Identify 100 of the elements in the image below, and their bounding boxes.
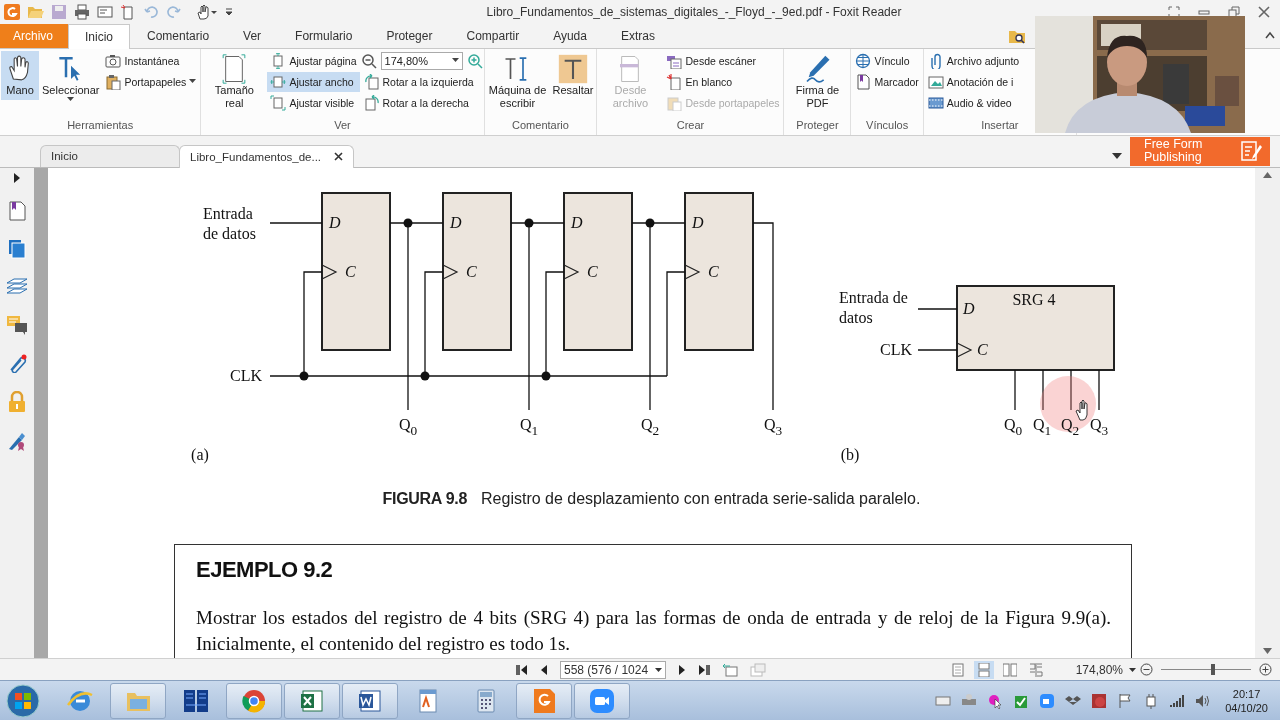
clipboard-icon (105, 73, 122, 90)
hand-tool-icon[interactable] (196, 3, 218, 20)
clipboard-icon (666, 94, 683, 111)
clock[interactable]: 20:17 04/10/20 (1225, 686, 1268, 715)
previous-view-icon[interactable] (722, 662, 738, 677)
restore-icon[interactable] (1228, 5, 1240, 18)
ribbon-tab[interactable]: Compartir (449, 23, 537, 48)
print-icon[interactable] (74, 3, 90, 20)
wire (1098, 369, 1100, 411)
zoom-slider-thumb[interactable] (1211, 664, 1216, 676)
film-button[interactable]: Audio & video (924, 92, 1023, 113)
facing-pages-icon[interactable] (1002, 662, 1017, 677)
ribbon-tab[interactable]: Extras (603, 23, 672, 48)
video-camera-icon[interactable] (1039, 692, 1056, 709)
fit-visible-button[interactable]: Ajustar visible (267, 92, 360, 113)
flag-icon[interactable] (1117, 692, 1134, 709)
fit-width-button[interactable]: Ajustar ancho (267, 71, 360, 92)
ribbon-tab[interactable]: Ayuda (536, 23, 604, 48)
fullscreen-icon[interactable] (1168, 5, 1180, 18)
app-logo-icon[interactable] (4, 3, 20, 20)
previous-page-icon[interactable] (540, 663, 548, 676)
first-page-icon[interactable] (516, 663, 528, 676)
input-label: Entrada de datos (839, 287, 909, 328)
paperclip-button[interactable]: Archivo adjunto (924, 50, 1023, 71)
scanner-button[interactable]: Desde escáner (663, 50, 783, 71)
signal-bars-icon[interactable] (1169, 692, 1186, 709)
paperclip-icon[interactable] (7, 352, 27, 373)
d-input-label: D (329, 212, 341, 233)
group-label: Herramientas (67, 118, 134, 131)
wire (917, 349, 958, 351)
continuous-facing-icon[interactable] (1028, 662, 1043, 677)
wire (917, 308, 958, 310)
clock-input-label: C (345, 261, 356, 282)
group-label: Crear (676, 118, 705, 131)
zoom-in-icon[interactable] (1259, 663, 1272, 677)
image-button[interactable]: Anotación de i (924, 71, 1023, 92)
pen-button[interactable]: Firma de PDF (785, 50, 850, 113)
fit-visible-icon (270, 94, 287, 111)
video-camera-icon[interactable] (588, 686, 616, 715)
page-number-field[interactable]: 558 (576 / 1024 (560, 660, 666, 679)
group-label: Vínculos (866, 118, 909, 131)
document-tab[interactable]: Libro_Fundamentos_de... (179, 144, 354, 168)
rotate-left-button[interactable]: Rotar a la izquierda (360, 71, 483, 92)
zoom-combo[interactable]: 174,80% (380, 51, 463, 70)
ribbon-tab[interactable]: Inicio (68, 23, 131, 49)
ribbon-tab[interactable]: Formulario (278, 23, 370, 48)
rotate-right-button[interactable]: Rotar a la derecha (360, 92, 483, 113)
ribbon-tab[interactable]: Ver (226, 23, 279, 48)
zoom-level: 174,80% (1075, 662, 1123, 677)
text-cursor-button[interactable]: Máquina de escribir (485, 50, 550, 113)
output-label: Q$_{3}$ (763, 415, 783, 440)
next-page-icon[interactable] (678, 663, 686, 676)
ribbon-tab[interactable]: Comentario (130, 23, 227, 48)
caret-icon (451, 58, 459, 64)
pointer-icon[interactable] (987, 692, 1004, 709)
collapse-ribbon-icon[interactable] (1264, 29, 1276, 40)
zoom-out-icon[interactable] (360, 52, 377, 69)
d-input-label: D (963, 298, 975, 319)
email-icon[interactable] (97, 3, 113, 20)
comments-icon[interactable] (6, 314, 28, 335)
caret-icon (67, 96, 75, 102)
zoom-out-icon[interactable] (1140, 663, 1153, 677)
camera-button[interactable]: Instantánea (102, 50, 200, 71)
signature-icon[interactable] (7, 430, 27, 451)
zoom-menu-caret-icon[interactable] (1129, 667, 1136, 672)
close-icon[interactable] (334, 152, 343, 162)
hand-button[interactable]: Mano (1, 50, 39, 100)
expand-arrow-icon[interactable] (13, 172, 21, 183)
bookmark-button[interactable]: Marcador (852, 71, 922, 92)
scroll-up-icon[interactable] (1263, 171, 1272, 178)
pages-icon[interactable] (7, 238, 27, 259)
clipboard-button[interactable]: Portapapeles (102, 71, 200, 92)
wire (1014, 369, 1016, 411)
wire (1070, 369, 1072, 411)
page-button[interactable]: Tamaño real (202, 50, 267, 113)
form-edit-icon (1240, 140, 1262, 163)
layers-icon[interactable] (6, 276, 28, 297)
continuous-page-icon[interactable] (976, 662, 991, 677)
clock-label: CLK (230, 365, 262, 386)
junction-dot (524, 218, 534, 228)
scroll-down-icon[interactable] (1263, 648, 1272, 655)
d-input-label: D (450, 212, 462, 233)
start-button-icon[interactable] (6, 683, 40, 718)
highlighter-button[interactable]: Resaltar (550, 50, 596, 100)
junction-dot (299, 371, 309, 381)
fit-page-button[interactable]: Ajustar página (267, 50, 360, 71)
panel-label: (a) (191, 444, 209, 465)
document-tab[interactable]: Inicio (40, 144, 180, 167)
group-label: Comentario (512, 118, 569, 131)
junction-dot (541, 371, 551, 381)
tab-list-caret-icon[interactable] (1112, 152, 1122, 159)
blank-page-button[interactable]: En blanco (663, 71, 783, 92)
d-input-label: D (692, 212, 704, 233)
bookmark-icon[interactable] (7, 200, 27, 221)
ribbon-tab[interactable]: Proteger (369, 23, 450, 48)
new-document-icon[interactable] (120, 3, 136, 20)
last-page-icon[interactable] (698, 663, 710, 676)
caret-icon (655, 667, 662, 672)
globe-button[interactable]: Vínculo (852, 50, 922, 71)
text-cursor-button[interactable]: Seleccionar (40, 50, 102, 105)
